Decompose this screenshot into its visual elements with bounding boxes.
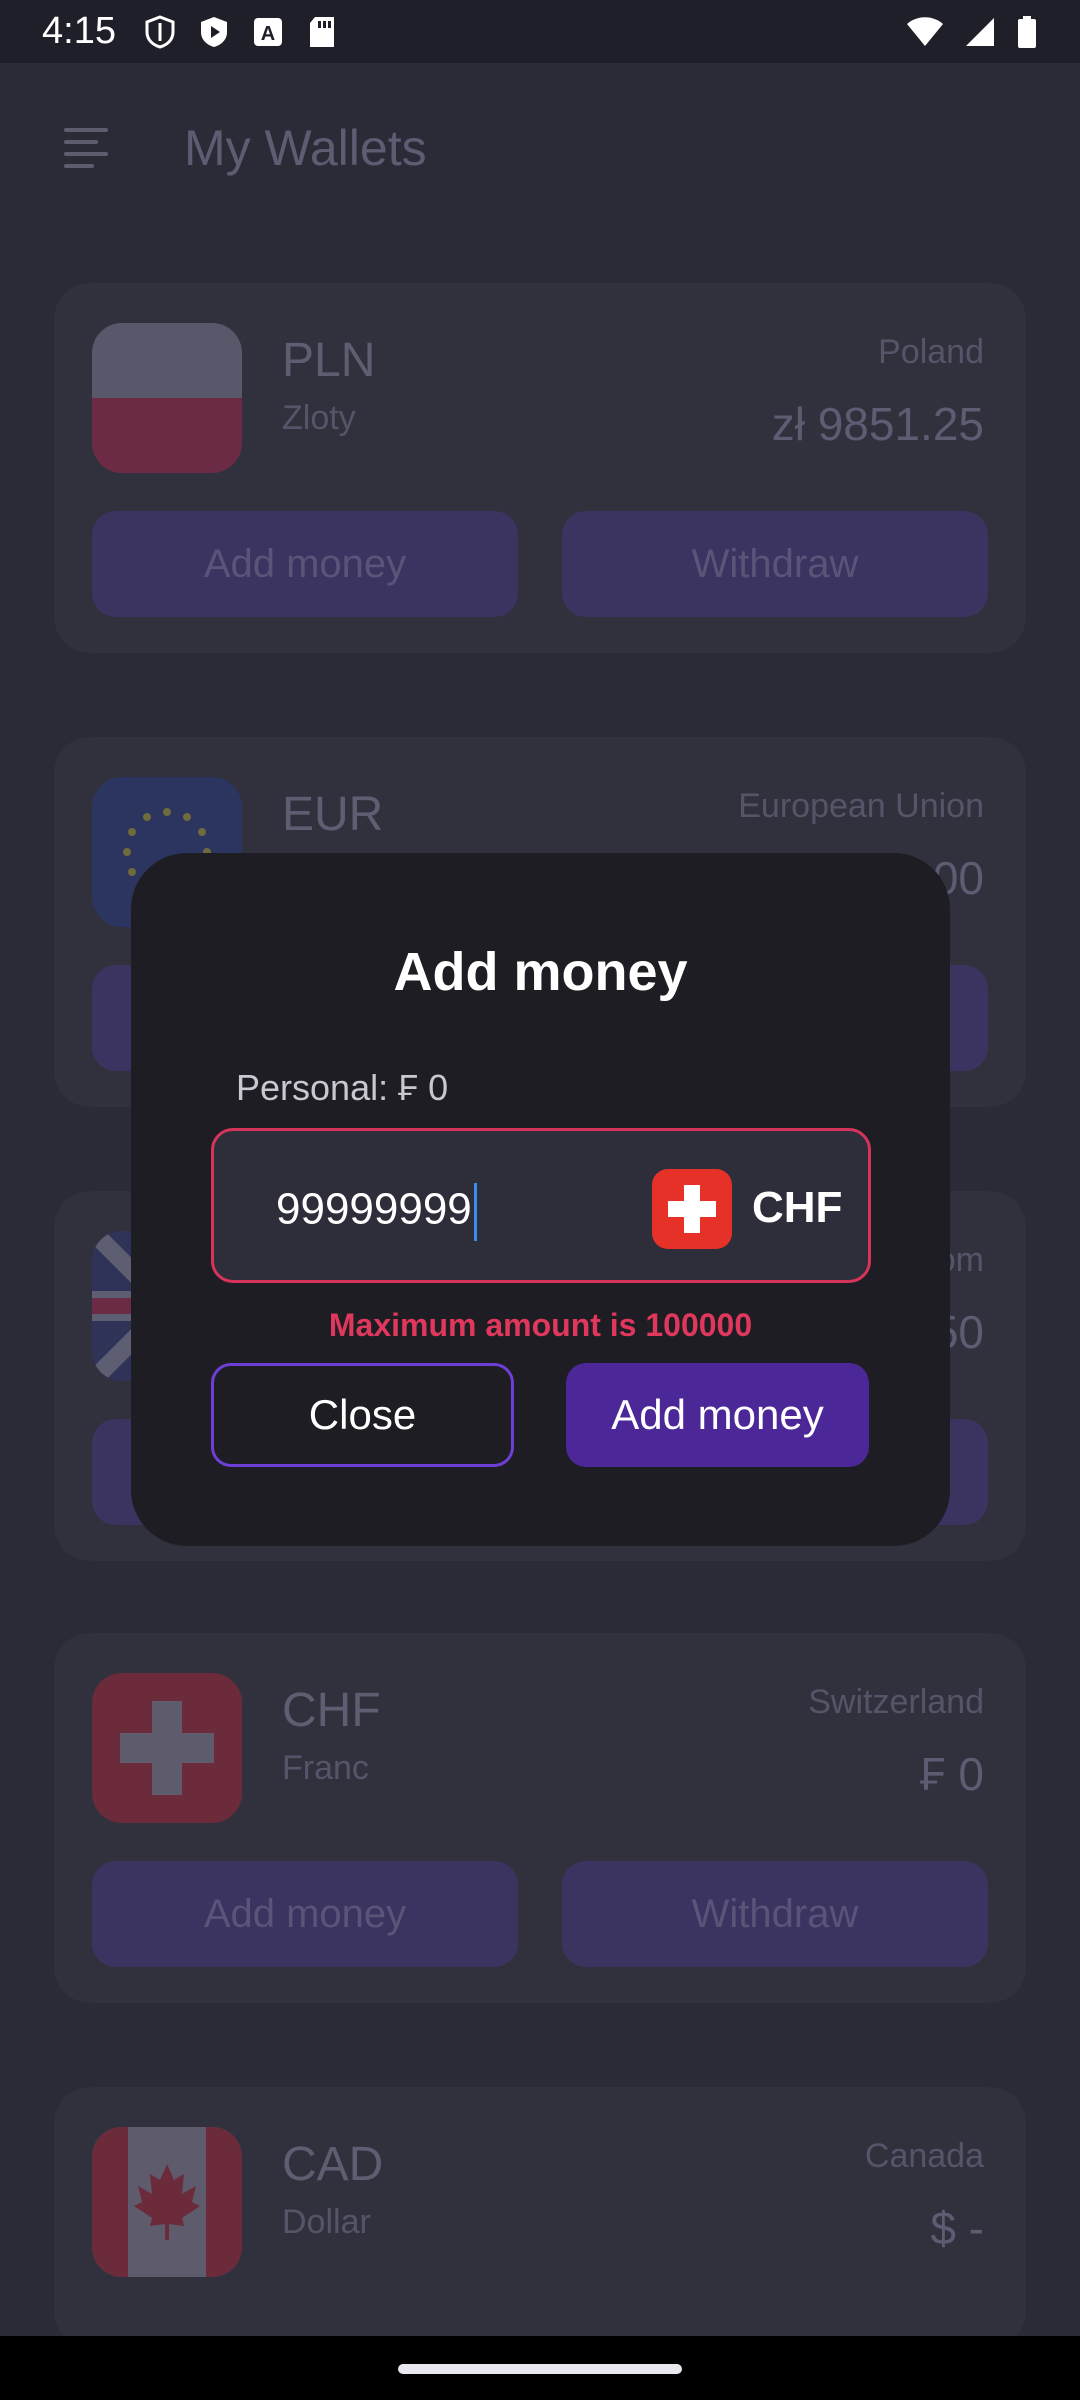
withdraw-button[interactable]: Withdraw: [562, 511, 988, 617]
wallet-balance: ₣ 0: [920, 1748, 984, 1800]
currency-code: CHF: [752, 1183, 843, 1232]
wallet-name: Franc: [282, 1749, 369, 1787]
wallet-card-chf: CHF Franc Switzerland ₣ 0 Add money With…: [54, 1633, 1026, 2003]
amount-input-value[interactable]: 99999999: [276, 1183, 477, 1241]
add-money-confirm-button[interactable]: Add money: [566, 1363, 869, 1467]
error-message: Maximum amount is 100000: [328, 1307, 753, 1343]
wallet-name: Zloty: [282, 399, 356, 437]
add-money-button[interactable]: Add money: [92, 1861, 518, 1967]
page-title: My Wallets: [184, 120, 427, 176]
balance-label: Personal: ₣ 0: [236, 1067, 449, 1108]
dialog-title: Add money: [393, 942, 688, 1002]
wallet-code: PLN: [282, 334, 376, 387]
poland-flag-icon: [92, 323, 242, 473]
menu-icon[interactable]: [64, 128, 108, 168]
wallet-country: Switzerland: [808, 1683, 984, 1721]
withdraw-button[interactable]: Withdraw: [562, 1861, 988, 1967]
battery-icon: [1018, 15, 1036, 48]
wallet-balance: $ -: [930, 2202, 984, 2254]
wallet-code: EUR: [282, 788, 384, 841]
add-money-dialog: Add money Personal: ₣ 0 99999999 CHF Max…: [131, 853, 950, 1546]
wallet-country: Poland: [878, 333, 984, 371]
add-money-button[interactable]: Add money: [92, 511, 518, 617]
a-badge-icon: A: [253, 17, 282, 46]
wallet-card-cad: CAD Dollar Canada $ -: [54, 2087, 1026, 2347]
amount-text: 99999999: [276, 1184, 472, 1234]
signal-icon: [966, 17, 994, 46]
sd-card-icon: [309, 16, 334, 47]
play-protect-icon: [200, 16, 227, 47]
wallet-code: CHF: [282, 1684, 381, 1737]
wallet-card-pln: PLN Zloty Poland zł 9851.25 Add money Wi…: [54, 283, 1026, 653]
wallet-name: Dollar: [282, 2203, 371, 2241]
wallet-country: Canada: [864, 2137, 984, 2175]
svg-text:A: A: [261, 23, 275, 45]
wallet-balance: zł 9851.25: [771, 398, 984, 450]
close-button[interactable]: Close: [211, 1363, 514, 1467]
wallet-country: European Union: [738, 787, 984, 825]
status-bar: 4:15 A: [0, 0, 1080, 63]
swiss-flag-icon: [652, 1169, 732, 1249]
wifi-icon: [907, 16, 943, 46]
shield-icon: [145, 14, 175, 49]
amount-input[interactable]: 99999999 CHF: [211, 1128, 871, 1283]
home-handle[interactable]: [398, 2364, 682, 2374]
status-time: 4:15: [42, 10, 116, 52]
navigation-bar: [0, 2336, 1080, 2400]
text-cursor: [473, 1183, 477, 1241]
wallet-code: CAD: [282, 2138, 384, 2191]
canada-flag-icon: [92, 2127, 242, 2277]
app-bar: My Wallets: [0, 63, 1080, 233]
swiss-flag-icon: [92, 1673, 242, 1823]
